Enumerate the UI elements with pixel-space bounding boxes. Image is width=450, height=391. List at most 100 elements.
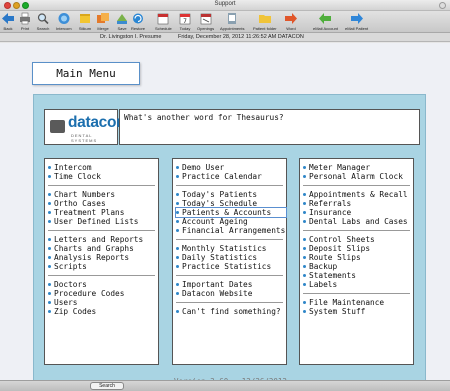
menu-item-file-maintenance[interactable]: File Maintenance xyxy=(303,298,410,307)
menu-item-meter-manager[interactable]: Meter Manager xyxy=(303,163,413,172)
menu-item-chart-numbers[interactable]: Chart Numbers xyxy=(48,190,155,199)
menu-item-letters-and-reports[interactable]: Letters and Reports xyxy=(48,235,155,244)
toolbar-openings-button[interactable]: Openings xyxy=(197,12,214,31)
toolbar-stikum-button[interactable]: Stikum xyxy=(78,12,92,31)
merge-icon xyxy=(96,12,110,25)
toolbar-intercom-button[interactable]: Intercom xyxy=(56,12,72,31)
menu-item-financial-arrangements[interactable]: Financial Arrangements xyxy=(176,226,285,235)
toolbar-toggle-button[interactable] xyxy=(439,2,446,9)
bullet-icon xyxy=(48,166,51,169)
menu-item-personal-alarm-clock[interactable]: Personal Alarm Clock xyxy=(303,172,413,181)
menu-item-treatment-plans[interactable]: Treatment Plans xyxy=(48,208,155,217)
menu-item-statements[interactable]: Statements xyxy=(303,271,410,280)
menu-item-today-s-schedule[interactable]: Today's Schedule xyxy=(176,199,283,208)
toolbar-button-label: eMail Patient xyxy=(345,26,369,31)
toolbar-print-button[interactable]: Print xyxy=(18,12,32,31)
menu-item-monthly-statistics[interactable]: Monthly Statistics xyxy=(176,244,283,253)
menu-item-important-dates[interactable]: Important Dates xyxy=(176,280,283,289)
menu-item-patients-accounts[interactable]: Patients & Accounts xyxy=(175,207,287,218)
menu-item-label: Analysis Reports xyxy=(54,253,130,262)
bullet-icon xyxy=(303,247,306,250)
menu-item-ortho-cases[interactable]: Ortho Cases xyxy=(48,199,155,208)
toolbar-button-label: Openings xyxy=(197,26,215,31)
toolbar-appointments-button[interactable]: Appointments xyxy=(220,12,244,31)
menu-item-label: Intercom xyxy=(54,163,92,172)
toolbar-restore-button[interactable]: Restore xyxy=(131,12,145,31)
menu-item-label: File Maintenance xyxy=(309,298,385,307)
menu-item-account-ageing[interactable]: Account Ageing xyxy=(176,217,283,226)
menu-item-datacon-website[interactable]: Datacon Website xyxy=(176,289,283,298)
menu-item-appointments-recall[interactable]: Appointments & Recall xyxy=(303,190,410,199)
menu-item-dental-labs-and-cases[interactable]: Dental Labs and Cases xyxy=(303,217,410,226)
menu-item-label: Ortho Cases xyxy=(54,199,106,208)
menu-item-insurance[interactable]: Insurance xyxy=(303,208,410,217)
toolbar-search-button[interactable]: Search xyxy=(36,12,50,31)
menu-group: Appointments & Recall Referrals Insurance D… xyxy=(303,185,410,226)
toolbar-email-patient-button[interactable]: eMail Patient xyxy=(345,12,368,31)
appointments-icon xyxy=(225,12,239,25)
menu-item-label: Zip Codes xyxy=(54,307,97,316)
menu-item-labels[interactable]: Labels xyxy=(303,280,410,289)
toolbar-button-label: Merge xyxy=(97,26,109,31)
toolbar-patient-folder-button[interactable]: Patient folder xyxy=(253,12,277,31)
menu-column-3: Meter Manager Personal Alarm Clock Appoint… xyxy=(299,158,414,365)
menu-item-time-clock[interactable]: Time Clock xyxy=(48,172,158,181)
toolbar-merge-button[interactable]: Merge xyxy=(96,12,110,31)
bullet-icon xyxy=(48,265,51,268)
menu-item-can-t-find-something[interactable]: Can't find something? xyxy=(176,307,283,316)
menu-group: Monthly Statistics Daily Statistics Practi… xyxy=(176,239,283,271)
menu-item-scripts[interactable]: Scripts xyxy=(48,262,155,271)
menu-item-today-s-patients[interactable]: Today's Patients xyxy=(176,190,283,199)
menu-item-intercom[interactable]: Intercom xyxy=(48,163,158,172)
toolbar-today-button[interactable]: 7 Today xyxy=(178,12,192,31)
toolbar-button-label: Back xyxy=(3,26,13,31)
menu-item-users[interactable]: Users xyxy=(48,298,155,307)
menu-item-analysis-reports[interactable]: Analysis Reports xyxy=(48,253,155,262)
menu-item-route-slips[interactable]: Route Slips xyxy=(303,253,410,262)
bullet-icon xyxy=(176,202,179,205)
bullet-icon xyxy=(48,292,51,295)
toolbar-back-button[interactable]: Back xyxy=(1,12,15,31)
menu-item-deposit-slips[interactable]: Deposit Slips xyxy=(303,244,410,253)
menu-item-procedure-codes[interactable]: Procedure Codes xyxy=(48,289,155,298)
menu-column-2: Demo User Practice Calendar Today's Patien… xyxy=(172,158,287,365)
menu-item-referrals[interactable]: Referrals xyxy=(303,199,410,208)
toolbar-word-button[interactable]: Word xyxy=(284,12,298,31)
menu-item-charts-and-graphs[interactable]: Charts and Graphs xyxy=(48,244,155,253)
bullet-icon xyxy=(48,283,51,286)
menu-item-daily-statistics[interactable]: Daily Statistics xyxy=(176,253,283,262)
save-icon xyxy=(115,12,129,25)
menu-item-practice-calendar[interactable]: Practice Calendar xyxy=(176,172,286,181)
svg-text:7: 7 xyxy=(183,18,187,25)
bullet-icon xyxy=(303,283,306,286)
menu-item-label: Treatment Plans xyxy=(54,208,125,217)
menu-item-system-stuff[interactable]: System Stuff xyxy=(303,307,410,316)
menu-item-control-sheets[interactable]: Control Sheets xyxy=(303,235,410,244)
menu-item-doctors[interactable]: Doctors xyxy=(48,280,155,289)
menu-item-zip-codes[interactable]: Zip Codes xyxy=(48,307,155,316)
menu-item-demo-user[interactable]: Demo User xyxy=(176,163,286,172)
menu-group: Letters and Reports Charts and Graphs Anal… xyxy=(48,230,155,271)
menu-item-backup[interactable]: Backup xyxy=(303,262,410,271)
bullet-icon xyxy=(48,202,51,205)
toolbar-save-button[interactable]: Save xyxy=(115,12,129,31)
toolbar-email-account-button[interactable]: eMail Account xyxy=(313,12,338,31)
folder-icon xyxy=(258,12,272,25)
toolbar-button-label: Restore xyxy=(131,26,146,31)
menu-item-label: Appointments & Recall xyxy=(309,190,408,199)
menu-item-label: Insurance xyxy=(309,208,352,217)
menu-group: Important Dates Datacon Website xyxy=(176,275,283,298)
menu-item-user-defined-lists[interactable]: User Defined Lists xyxy=(48,217,155,226)
bullet-icon xyxy=(176,229,179,232)
green-arrow-icon xyxy=(318,12,332,25)
menu-item-label: Control Sheets xyxy=(309,235,375,244)
toolbar-button-label: Print xyxy=(20,26,30,31)
bullet-icon xyxy=(176,220,179,223)
menu-item-label: Demo User xyxy=(182,163,225,172)
menu-group: Chart Numbers Ortho Cases Treatment Plans U… xyxy=(48,185,155,226)
menu-item-practice-statistics[interactable]: Practice Statistics xyxy=(176,262,283,271)
bullet-icon xyxy=(303,220,306,223)
toolbar-schedule-button[interactable]: Schedule xyxy=(155,12,172,31)
menu-item-label: Account Ageing xyxy=(182,217,248,226)
search-button[interactable]: Search xyxy=(90,382,124,390)
